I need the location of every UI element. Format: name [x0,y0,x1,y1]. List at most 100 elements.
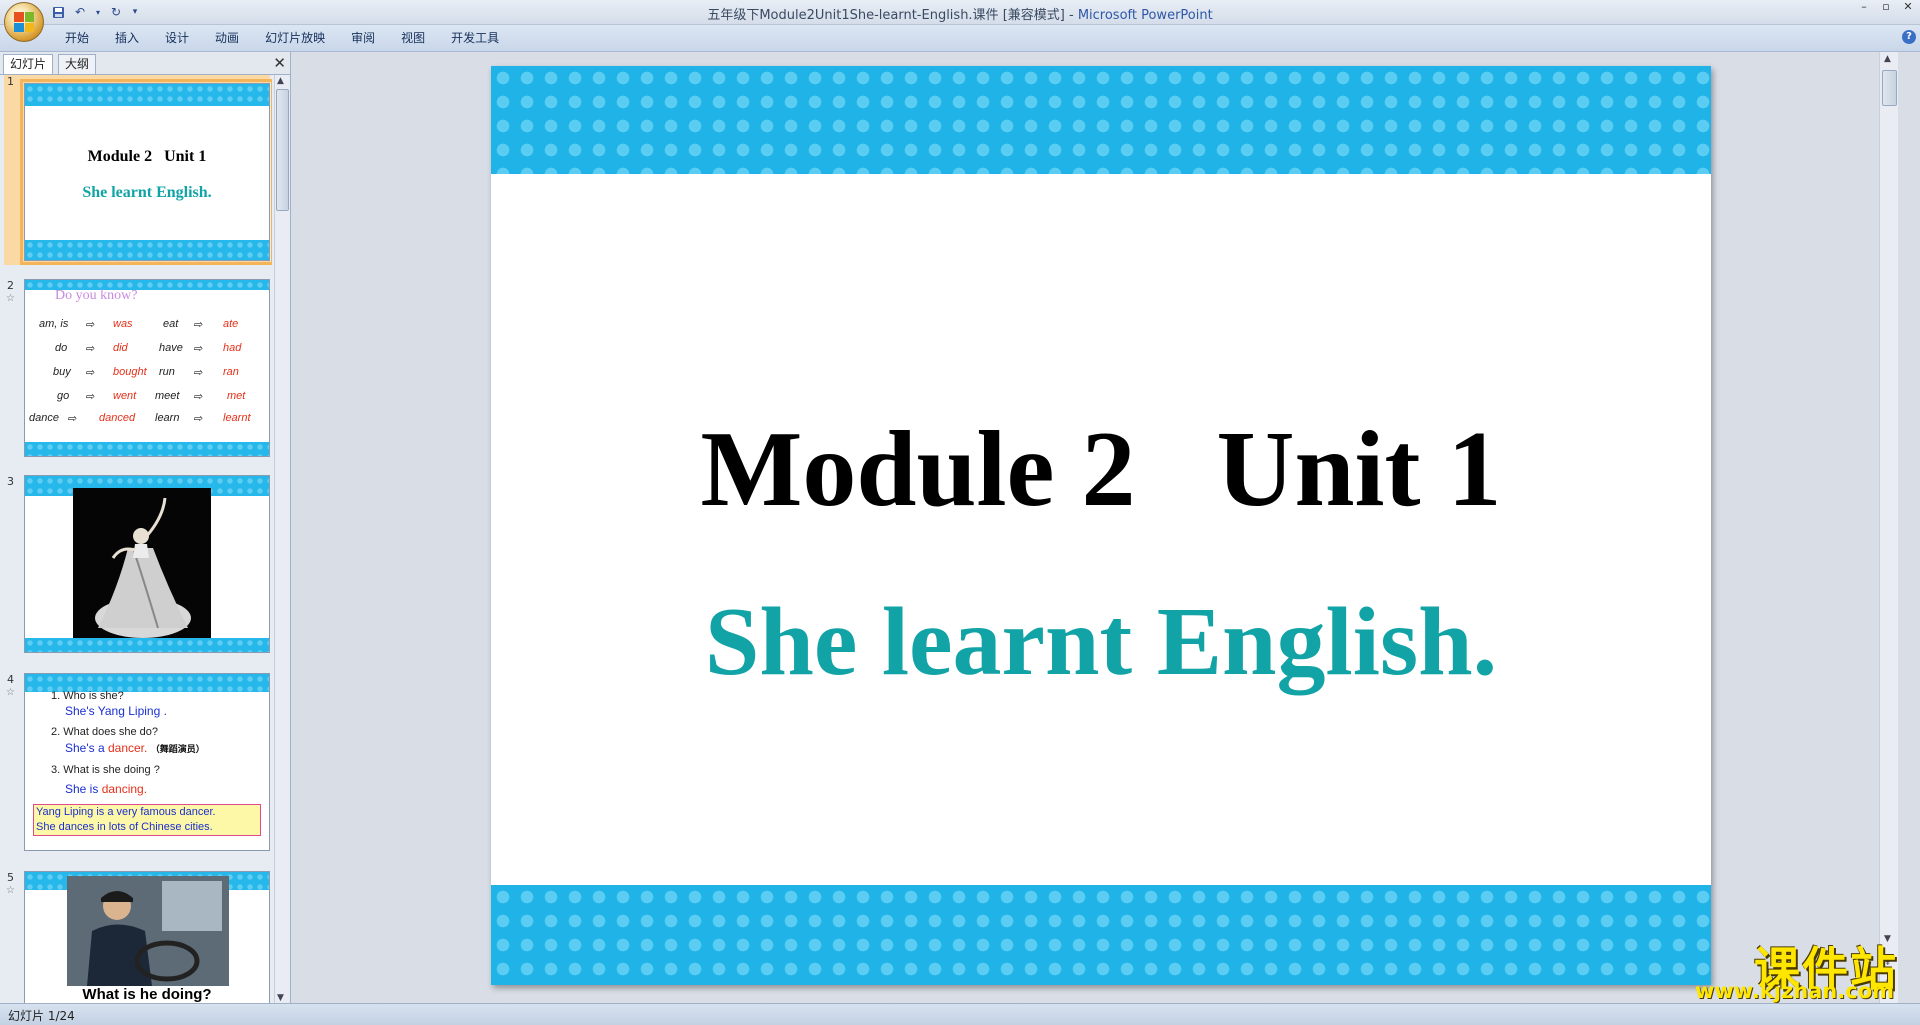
arrow-icon: ⇨ [193,391,203,403]
ribbon-tabs: 开始 插入 设计 动画 幻灯片放映 审阅 视图 开发工具 [52,25,512,51]
slide-thumbnail-1[interactable]: 1 Module 2 Unit 1 She learnt English. [4,75,272,265]
verb-row: buy ⇨ bought run ⇨ ran [27,366,267,390]
verb-base: meet [155,390,180,402]
close-pane-icon[interactable]: ✕ [273,54,286,72]
scroll-thumb[interactable] [276,89,289,211]
title-separator: - [1064,8,1078,23]
thumbnail-frame: Do you know? am, is ⇨ was eat ⇨ ate do ⇨… [24,279,270,457]
tab-design[interactable]: 设计 [152,25,202,51]
thumbnail-frame [24,475,270,653]
tab-slideshow[interactable]: 幻灯片放映 [252,25,338,51]
arrow-icon: ⇨ [193,413,203,425]
arrow-icon: ⇨ [193,343,203,355]
verb-past: met [227,390,246,402]
verb-past: was [113,318,133,330]
summary-line-2: She dances in lots of Chinese cities. [36,821,213,833]
verb-base: learn [155,412,180,424]
bottom-decor-band [491,885,1711,985]
verb-base: dance [29,412,59,424]
minimize-icon[interactable]: – [1858,1,1870,13]
tab-insert[interactable]: 插入 [102,25,152,51]
tab-review[interactable]: 审阅 [338,25,388,51]
arrow-icon: ⇨ [67,413,77,425]
verb-base: buy [53,366,71,378]
arrow-icon: ⇨ [85,319,95,331]
slide-thumbnail-2[interactable]: 2 ☆ Do you know? am, is ⇨ was eat ⇨ ate … [4,279,270,459]
tab-animations[interactable]: 动画 [202,25,252,51]
verb-base: have [159,342,183,354]
verb-base: am, is [39,318,69,330]
question-2: 2. What does she do? [51,726,159,738]
window-title: 五年级下Module2Unit1She-learnt-English.课件 [兼… [0,4,1920,23]
workspace: 幻灯片 大纲 ✕ 1 Module 2 Unit 1 She learnt En… [0,52,1920,1004]
thumbnail-list: 1 Module 2 Unit 1 She learnt English. 2 … [0,75,272,1004]
slide-number: 1 [7,75,14,88]
arrow-icon: ⇨ [85,367,95,379]
office-logo-icon [14,12,34,32]
answer-3-word: dancing. [101,782,148,796]
tab-view[interactable]: 视图 [388,25,438,51]
pane-tabs: 幻灯片 大纲 ✕ [0,52,290,75]
top-band [25,84,269,106]
tab-slides[interactable]: 幻灯片 [3,54,54,74]
animation-icon: ☆ [6,687,15,698]
thumbnail-scrollbar[interactable]: ▲ ▼ [274,75,289,1004]
answer-2-prefix: She's a [65,741,108,755]
summary-line-1: Yang Liping is a very famous dancer. [36,806,216,818]
thumbnail-frame: 1. Who is she? She's Yang Liping . 2. Wh… [24,673,270,851]
verb-past: ate [223,318,239,330]
answer-2: She's a dancer. （舞蹈演员） [65,741,205,755]
powerpoint-window: ↶ ▾ ↻ ▾ 五年级下Module2Unit1She-learnt-Engli… [0,0,1920,1025]
answer-3-prefix: She is [65,782,102,796]
verb-past: ran [223,366,239,378]
summary-box: Yang Liping is a very famous dancer. She… [33,804,261,836]
thumbnail-frame: What is he doing? [24,871,270,1004]
window-controls: – ▫ ✕ [1858,1,1914,13]
thumb-caption: What is he doing? [82,986,212,1003]
question-1: 1. Who is she? [51,690,124,702]
slide-number: 2 [7,279,14,292]
close-icon[interactable]: ✕ [1902,1,1914,13]
bottom-band [25,240,269,260]
verb-base: run [159,366,175,378]
tab-home[interactable]: 开始 [52,25,102,51]
slide-thumbnail-5[interactable]: 5 ☆ What is he doing? [4,871,270,1004]
tab-developer[interactable]: 开发工具 [438,25,512,51]
dancer-photo [73,488,211,638]
verb-past: had [223,342,242,354]
verb-row: do ⇨ did have ⇨ had [27,342,267,366]
slides-pane: 幻灯片 大纲 ✕ 1 Module 2 Unit 1 She learnt En… [0,52,291,1004]
slide-editor: Module 2 Unit 1 She learnt English. ▲ ▼ … [291,52,1898,1004]
scroll-up-icon[interactable]: ▲ [1884,54,1891,64]
slide-scrollbar[interactable]: ▲ ▼ ⇞ ⇟ [1879,52,1898,1004]
answer-2-word: dancer. [107,741,148,755]
slide-subtitle[interactable]: She learnt English. [491,586,1711,698]
title-bar: ↶ ▾ ↻ ▾ 五年级下Module2Unit1She-learnt-Engli… [0,0,1920,25]
arrow-icon: ⇨ [85,391,95,403]
thumbnail-frame: Module 2 Unit 1 She learnt English. [20,79,272,265]
help-icon[interactable]: ? [1902,30,1916,44]
slide-title[interactable]: Module 2 Unit 1 [491,408,1711,532]
scroll-thumb[interactable] [1882,70,1897,106]
slide-number: 3 [7,475,14,488]
scroll-up-icon[interactable]: ▲ [277,76,284,86]
verb-past: went [113,390,137,402]
verb-past: learnt [223,412,251,424]
current-slide[interactable]: Module 2 Unit 1 She learnt English. [491,66,1711,985]
thumb-title: Do you know? [55,288,138,303]
verb-past: danced [99,412,136,424]
scroll-down-icon[interactable]: ▼ [277,993,284,1003]
bottom-band [25,638,269,652]
slide-thumbnail-4[interactable]: 4 ☆ 1. Who is she? She's Yang Liping . 2… [4,673,270,853]
document-name: 五年级下Module2Unit1She-learnt-English.课件 [兼… [707,8,1065,23]
bottom-band [25,442,269,456]
office-button[interactable] [4,2,44,42]
restore-icon[interactable]: ▫ [1880,1,1892,13]
arrow-icon: ⇨ [193,319,203,331]
status-bar: 幻灯片 1/24 [0,1003,1920,1025]
watermark-url: www.kjzhan.com [1694,979,1894,1003]
slide-thumbnail-3[interactable]: 3 [4,475,270,655]
question-3: 3. What is she doing ? [51,764,160,776]
arrow-icon: ⇨ [85,343,95,355]
tab-outline[interactable]: 大纲 [58,54,97,74]
